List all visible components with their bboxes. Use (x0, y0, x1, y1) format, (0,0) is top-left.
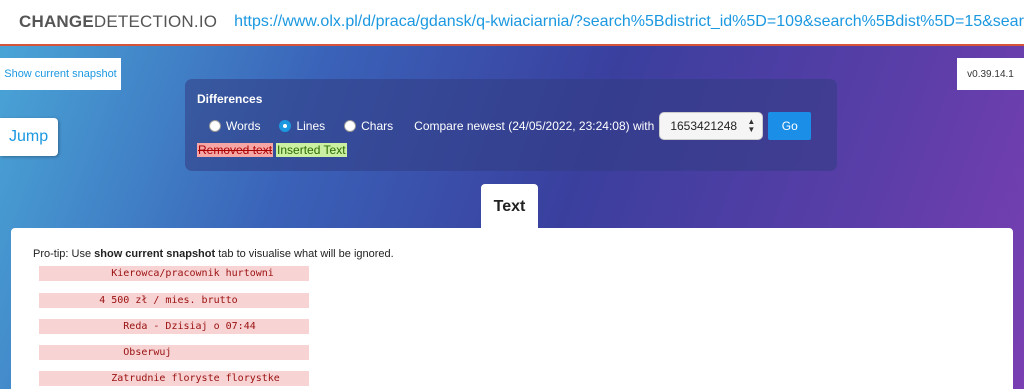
version-badge: v0.39.14.1 (957, 58, 1024, 90)
brand-bold: CHANGE (19, 12, 94, 31)
diff-options: Words Lines Chars Compare newest (24/05/… (209, 112, 812, 140)
protip-prefix: Pro-tip: Use (33, 248, 95, 260)
watch-url-link[interactable]: https://www.olx.pl/d/praca/gdansk/q-kwia… (234, 13, 1024, 31)
legend-removed: Removed text (197, 143, 274, 157)
protip-bold: show current snapshot (94, 248, 216, 260)
radio-chars-label: Chars (361, 119, 394, 133)
version-select[interactable]: 1653421248 ▲ ▼ (659, 112, 764, 140)
radio-words-indicator[interactable] (209, 120, 221, 132)
go-button[interactable]: Go (768, 112, 812, 140)
legend-inserted: Inserted Text (276, 143, 347, 157)
jump-button[interactable]: Jump (0, 118, 58, 156)
radio-lines-indicator[interactable] (279, 120, 292, 132)
protip-suffix: tab to visualise what will be ignored. (215, 248, 394, 260)
protip-text: Pro-tip: Use show current snapshot tab t… (33, 248, 394, 260)
select-arrows-icon: ▲ ▼ (747, 117, 756, 134)
differences-panel: Differences Words Lines Chars Compare ne… (185, 79, 837, 171)
version-select-value: 1653421248 (670, 119, 738, 133)
radio-words[interactable]: Words (209, 119, 260, 133)
diff-line-removed: 4 500 zł / mies. brutto (39, 293, 309, 308)
diff-legend: Removed text Inserted Text (197, 143, 347, 157)
radio-chars[interactable]: Chars (344, 119, 393, 133)
radio-chars-indicator[interactable] (344, 120, 357, 132)
diff-line-removed: Kierowca/pracownik hurtowni (39, 266, 309, 281)
diff-content: Pro-tip: Use show current snapshot tab t… (11, 228, 1013, 389)
show-current-snapshot-button[interactable]: Show current snapshot (0, 58, 121, 90)
radio-lines-label: Lines (296, 119, 326, 133)
tab-text[interactable]: Text (481, 184, 538, 230)
compare-label: Compare newest (24/05/2022, 23:24:08) wi… (414, 119, 655, 133)
diff-line-removed: Reda - Dzisiaj o 07:44 (39, 319, 309, 334)
brand-logo[interactable]: CHANGEDETECTION.IO (0, 12, 217, 32)
top-bar: CHANGEDETECTION.IO https://www.olx.pl/d/… (0, 0, 1024, 46)
diff-line-removed: Zatrudnie floryste florystke (39, 371, 309, 386)
differences-title: Differences (197, 92, 263, 106)
diff-line-removed: Obserwuj (39, 345, 309, 360)
brand-rest: DETECTION.IO (93, 12, 218, 31)
radio-lines[interactable]: Lines (279, 119, 325, 133)
radio-words-label: Words (226, 119, 261, 133)
